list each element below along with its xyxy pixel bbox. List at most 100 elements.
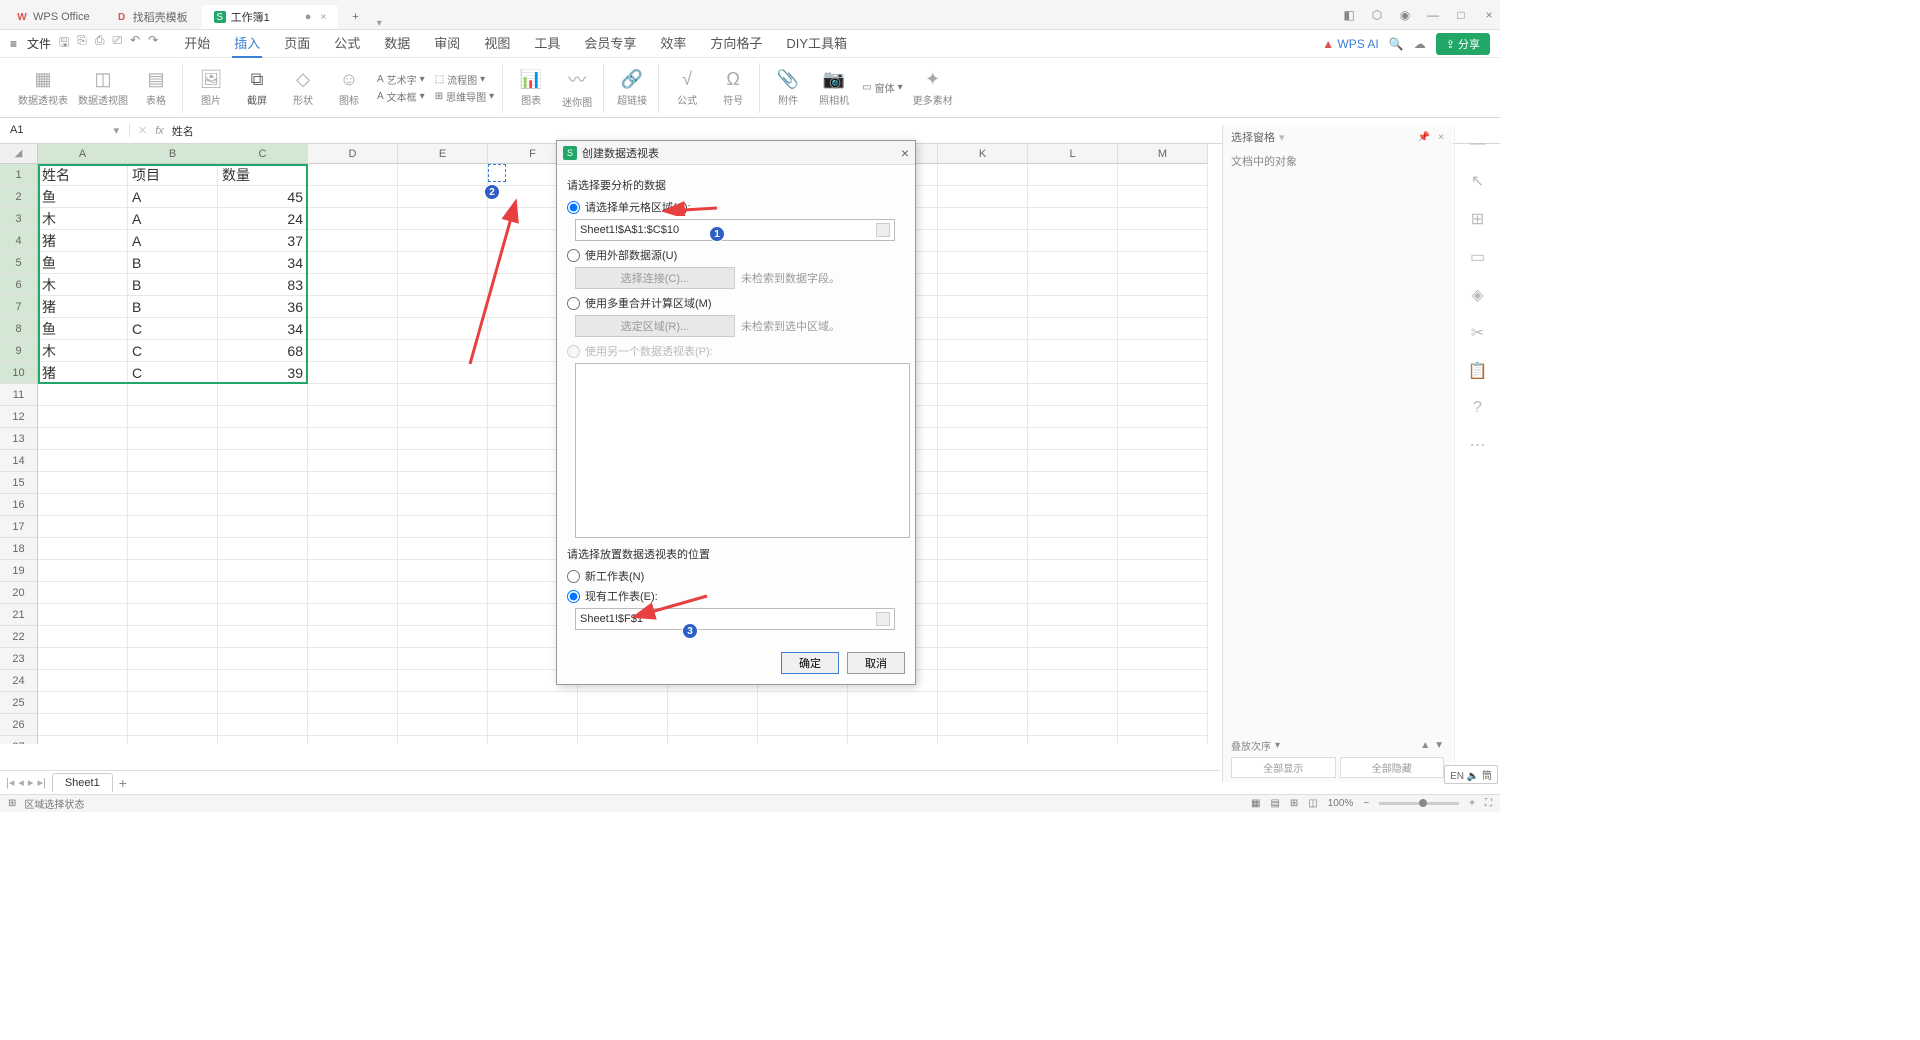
- settings-icon[interactable]: ⊞: [1471, 209, 1484, 229]
- cell[interactable]: [308, 670, 398, 692]
- cell[interactable]: [218, 472, 308, 494]
- row-header[interactable]: 24: [0, 670, 38, 692]
- cell[interactable]: [218, 714, 308, 736]
- cell[interactable]: [578, 692, 668, 714]
- fullscreen-icon[interactable]: ⛶: [1485, 798, 1492, 809]
- cell[interactable]: 项目: [128, 164, 218, 186]
- cell[interactable]: 34: [218, 318, 308, 340]
- cell[interactable]: [1118, 186, 1208, 208]
- cell[interactable]: [398, 560, 488, 582]
- cell[interactable]: [1118, 164, 1208, 186]
- cell[interactable]: [938, 252, 1028, 274]
- row-header[interactable]: 26: [0, 714, 38, 736]
- radio-input[interactable]: [567, 297, 580, 310]
- cell[interactable]: [308, 274, 398, 296]
- cell[interactable]: 45: [218, 186, 308, 208]
- table-button[interactable]: ▤表格: [138, 69, 174, 107]
- search-icon[interactable]: 🔍: [1389, 37, 1404, 51]
- cell[interactable]: [218, 582, 308, 604]
- row-header[interactable]: 17: [0, 516, 38, 538]
- view-reading-icon[interactable]: ◫: [1308, 798, 1317, 809]
- cell[interactable]: [758, 692, 848, 714]
- cell[interactable]: [1028, 538, 1118, 560]
- cell[interactable]: 木: [38, 208, 128, 230]
- row-header[interactable]: 9: [0, 340, 38, 362]
- cell[interactable]: [938, 472, 1028, 494]
- export-icon[interactable]: ⎘: [77, 33, 87, 54]
- tab-page[interactable]: 页面: [282, 29, 312, 58]
- close-icon[interactable]: ×: [320, 12, 326, 23]
- cell[interactable]: [1118, 538, 1208, 560]
- cell[interactable]: [1028, 626, 1118, 648]
- cell[interactable]: [38, 648, 128, 670]
- cell[interactable]: [38, 692, 128, 714]
- cell[interactable]: [1118, 274, 1208, 296]
- cell[interactable]: [1118, 648, 1208, 670]
- cell[interactable]: [398, 648, 488, 670]
- view-normal-icon[interactable]: ▦: [1251, 798, 1260, 809]
- cell[interactable]: [938, 208, 1028, 230]
- cloud-icon[interactable]: ☁: [1414, 37, 1426, 51]
- cell[interactable]: [1118, 406, 1208, 428]
- cube-icon[interactable]: ⬡: [1370, 8, 1384, 22]
- cell[interactable]: [218, 626, 308, 648]
- cell[interactable]: [218, 648, 308, 670]
- cell[interactable]: 猪: [38, 362, 128, 384]
- cell[interactable]: [398, 230, 488, 252]
- cell[interactable]: [38, 450, 128, 472]
- cell[interactable]: [218, 736, 308, 744]
- cell[interactable]: [668, 736, 758, 744]
- next-sheet-icon[interactable]: ▸: [28, 776, 34, 789]
- cell[interactable]: [218, 604, 308, 626]
- form-button[interactable]: ▭窗体▾: [862, 80, 902, 95]
- cell[interactable]: [38, 560, 128, 582]
- new-tab-button[interactable]: +: [340, 5, 370, 29]
- cell[interactable]: [128, 384, 218, 406]
- cell[interactable]: [1028, 186, 1118, 208]
- cell[interactable]: [398, 296, 488, 318]
- column-header[interactable]: D: [308, 144, 398, 164]
- cell[interactable]: 34: [218, 252, 308, 274]
- pivot-chart-button[interactable]: ◫数据透视图: [78, 69, 128, 107]
- cell[interactable]: [128, 692, 218, 714]
- screenshot-button[interactable]: ⧉截屏: [239, 69, 275, 107]
- cell[interactable]: [938, 736, 1028, 744]
- cell[interactable]: [938, 494, 1028, 516]
- cell[interactable]: [1118, 582, 1208, 604]
- radio-input[interactable]: [567, 590, 580, 603]
- cell[interactable]: [218, 560, 308, 582]
- close-icon[interactable]: ×: [901, 145, 909, 161]
- column-header[interactable]: L: [1028, 144, 1118, 164]
- cell[interactable]: [1118, 318, 1208, 340]
- cell[interactable]: [1118, 472, 1208, 494]
- close-icon[interactable]: ×: [1482, 8, 1496, 22]
- select-icon[interactable]: ↖: [1471, 171, 1484, 191]
- print-icon[interactable]: ⎙: [95, 33, 105, 54]
- radio-cell-range[interactable]: 请选择单元格区域(S):: [567, 199, 905, 215]
- radio-new-sheet[interactable]: 新工作表(N): [567, 568, 905, 584]
- cell[interactable]: 鱼: [38, 186, 128, 208]
- cell[interactable]: [1028, 384, 1118, 406]
- radio-input[interactable]: [567, 249, 580, 262]
- row-header[interactable]: 2: [0, 186, 38, 208]
- cell[interactable]: [938, 582, 1028, 604]
- cell[interactable]: [398, 604, 488, 626]
- cell[interactable]: [1028, 252, 1118, 274]
- range-picker-icon[interactable]: [876, 223, 890, 237]
- cell[interactable]: [398, 384, 488, 406]
- cell[interactable]: [1028, 450, 1118, 472]
- cell[interactable]: [398, 406, 488, 428]
- icons-button[interactable]: ☺图标: [331, 69, 367, 107]
- cell[interactable]: [128, 670, 218, 692]
- cell[interactable]: [1118, 736, 1208, 744]
- cell[interactable]: [1118, 252, 1208, 274]
- cell[interactable]: [308, 450, 398, 472]
- cell[interactable]: [848, 714, 938, 736]
- cancel-icon[interactable]: ✕: [138, 124, 147, 137]
- hyperlink-button[interactable]: 🔗超链接: [614, 69, 650, 107]
- undo-icon[interactable]: ↶: [130, 33, 140, 54]
- cell[interactable]: [398, 472, 488, 494]
- cell[interactable]: [1118, 670, 1208, 692]
- cell[interactable]: [1118, 692, 1208, 714]
- cell[interactable]: 猪: [38, 230, 128, 252]
